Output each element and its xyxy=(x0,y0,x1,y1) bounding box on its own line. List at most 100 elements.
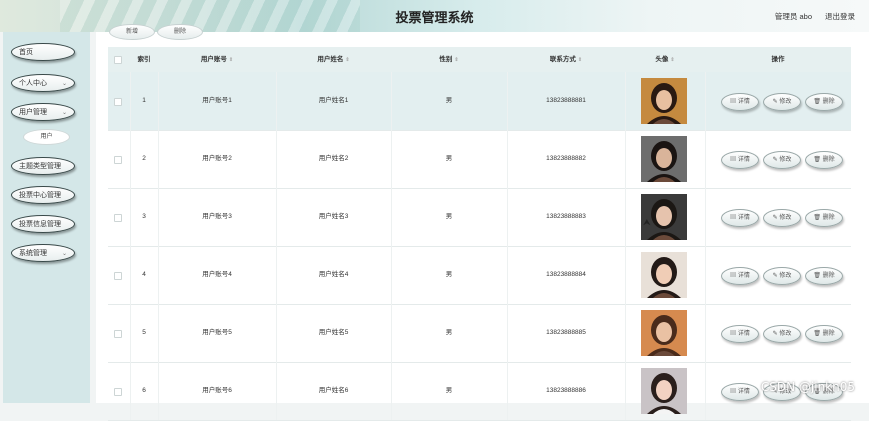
add-button[interactable]: 新增 xyxy=(109,24,155,40)
table-row[interactable]: 3 用户账号3 用户姓名3 男 13823888883 ▤ 详情 ✎ 修改 🗑 … xyxy=(108,188,851,247)
detail-button[interactable]: ▤ 详情 xyxy=(721,383,759,401)
row-phone: 13823888885 xyxy=(546,329,586,336)
row-gender: 男 xyxy=(445,213,453,220)
row-account: 用户账号2 xyxy=(202,155,232,162)
sidebar-item-vote-info-management[interactable]: 投票信息管理 xyxy=(11,215,75,233)
column-divider xyxy=(705,362,706,420)
sidebar-item-label: 个人中心 xyxy=(19,80,47,87)
table-row[interactable]: 1 用户账号1 用户姓名1 男 13823888881 ▤ 详情 ✎ 修改 🗑 … xyxy=(108,72,851,131)
avatar[interactable] xyxy=(641,78,687,124)
avatar-photo xyxy=(641,310,687,356)
row-phone: 13823888882 xyxy=(546,155,586,162)
sidebar-subitem-users[interactable]: 用户 xyxy=(23,129,70,145)
row-index: 2 xyxy=(142,155,146,162)
detail-button[interactable]: ▤ 详情 xyxy=(721,267,759,285)
row-name: 用户姓名2 xyxy=(318,155,349,162)
row-gender: 男 xyxy=(445,329,453,336)
column-divider xyxy=(705,188,706,246)
sidebar-item-label: 首页 xyxy=(19,49,33,56)
detail-button[interactable]: ▤ 详情 xyxy=(721,209,759,227)
table-row[interactable]: 4 用户账号4 用户姓名4 男 13823888884 ▤ 详情 ✎ 修改 🗑 … xyxy=(108,246,851,305)
row-checkbox[interactable] xyxy=(114,214,122,222)
row-checkbox[interactable] xyxy=(114,156,122,164)
avatar[interactable] xyxy=(641,310,687,356)
row-phone: 13823888884 xyxy=(546,271,586,278)
row-index: 5 xyxy=(142,329,146,336)
row-checkbox[interactable] xyxy=(114,330,122,338)
edit-button[interactable]: ✎ 修改 xyxy=(763,151,801,169)
row-phone: 13823888886 xyxy=(546,387,586,394)
table-header: 索引 用户账号 ⇕ 用户姓名 ⇕ 性别 ⇕ 联系方式 ⇕ 头像 ⇕ 操作 xyxy=(108,47,851,72)
delete-button[interactable]: 🗑 删除 xyxy=(805,209,843,227)
avatar[interactable] xyxy=(641,368,687,414)
sort-icon: ⇕ xyxy=(577,57,583,63)
delete-button[interactable]: 🗑 删除 xyxy=(805,151,843,169)
column-header-avatar[interactable]: 头像 ⇕ xyxy=(625,47,705,72)
row-index: 1 xyxy=(142,97,146,104)
row-checkbox[interactable] xyxy=(114,272,122,280)
column-divider xyxy=(625,304,626,362)
detail-button[interactable]: ▤ 详情 xyxy=(721,93,759,111)
row-index: 3 xyxy=(142,213,146,220)
sidebar: 首页 个人中心 ⌄ 用户管理 ⌄ 用户 主题类型管理 投票中心管理 投票信息管理… xyxy=(3,32,90,403)
sidebar-item-topic-type-management[interactable]: 主题类型管理 xyxy=(11,157,75,175)
edit-button[interactable]: ✎ 修改 xyxy=(763,93,801,111)
avatar[interactable] xyxy=(641,252,687,298)
row-index: 4 xyxy=(142,271,146,278)
delete-button[interactable]: 🗑 删除 xyxy=(805,267,843,285)
column-divider xyxy=(705,130,706,188)
row-name: 用户姓名5 xyxy=(318,329,349,336)
edit-button[interactable]: ✎ 修改 xyxy=(763,267,801,285)
column-divider xyxy=(705,72,706,130)
sort-icon: ⇕ xyxy=(228,57,234,63)
row-gender: 男 xyxy=(445,271,453,278)
column-divider xyxy=(625,362,626,420)
table-row[interactable]: 5 用户账号5 用户姓名5 男 13823888885 ▤ 详情 ✎ 修改 🗑 … xyxy=(108,304,851,363)
row-gender: 男 xyxy=(445,387,453,394)
watermark: CSDN @jinkn05 xyxy=(760,380,855,394)
row-checkbox[interactable] xyxy=(114,388,122,396)
row-phone: 13823888881 xyxy=(546,97,586,104)
avatar-photo xyxy=(641,252,687,298)
row-account: 用户账号3 xyxy=(202,213,232,220)
batch-delete-button[interactable]: 删除 xyxy=(157,24,203,40)
row-checkbox[interactable] xyxy=(114,98,122,106)
select-all-checkbox[interactable] xyxy=(114,56,122,64)
table-row[interactable]: 2 用户账号2 用户姓名2 男 13823888882 ▤ 详情 ✎ 修改 🗑 … xyxy=(108,130,851,189)
row-name: 用户姓名3 xyxy=(318,213,349,220)
row-account: 用户账号1 xyxy=(202,97,232,104)
column-header-name[interactable]: 用户姓名 ⇕ xyxy=(276,47,391,72)
table-row[interactable]: 6 用户账号6 用户姓名6 男 13823888886 ▤ 详情 ✎ 修改 🗑 … xyxy=(108,362,851,421)
column-header-gender[interactable]: 性别 ⇕ xyxy=(391,47,507,72)
chevron-down-icon: ⌄ xyxy=(61,110,67,116)
column-divider xyxy=(625,246,626,304)
sidebar-item-personal-center[interactable]: 个人中心 ⌄ xyxy=(11,74,75,92)
sidebar-item-label: 用户管理 xyxy=(19,109,47,116)
detail-button[interactable]: ▤ 详情 xyxy=(721,151,759,169)
row-account: 用户账号6 xyxy=(202,387,232,394)
logout-link[interactable]: 退出登录 xyxy=(825,11,855,22)
row-account: 用户账号4 xyxy=(202,271,232,278)
row-account: 用户账号5 xyxy=(202,329,232,336)
column-divider xyxy=(705,304,706,362)
row-gender: 男 xyxy=(445,97,453,104)
avatar[interactable] xyxy=(641,136,687,182)
sidebar-item-home[interactable]: 首页 xyxy=(11,43,75,61)
column-divider xyxy=(705,246,706,304)
row-gender: 男 xyxy=(445,155,453,162)
detail-button[interactable]: ▤ 详情 xyxy=(721,325,759,343)
sidebar-item-label: 主题类型管理 xyxy=(19,163,61,170)
delete-button[interactable]: 🗑 删除 xyxy=(805,93,843,111)
sort-icon: ⇕ xyxy=(670,57,675,63)
column-header-phone[interactable]: 联系方式 ⇕ xyxy=(507,47,625,72)
sidebar-item-system-management[interactable]: 系统管理 ⌄ xyxy=(11,244,75,262)
column-header-account[interactable]: 用户账号 ⇕ xyxy=(158,47,276,72)
column-header-index: 索引 xyxy=(137,56,151,63)
edit-button[interactable]: ✎ 修改 xyxy=(763,325,801,343)
edit-button[interactable]: ✎ 修改 xyxy=(763,209,801,227)
delete-button[interactable]: 🗑 删除 xyxy=(805,325,843,343)
main-content: 新增 删除 索引 用户账号 ⇕ 用户姓名 ⇕ 性别 ⇕ 联系方式 ⇕ 头像 ⇕ 操作 1 … xyxy=(96,24,869,421)
sidebar-item-vote-center-management[interactable]: 投票中心管理 xyxy=(11,186,75,204)
sidebar-item-label: 投票中心管理 xyxy=(19,192,61,199)
sidebar-item-user-management[interactable]: 用户管理 ⌄ xyxy=(11,103,75,121)
